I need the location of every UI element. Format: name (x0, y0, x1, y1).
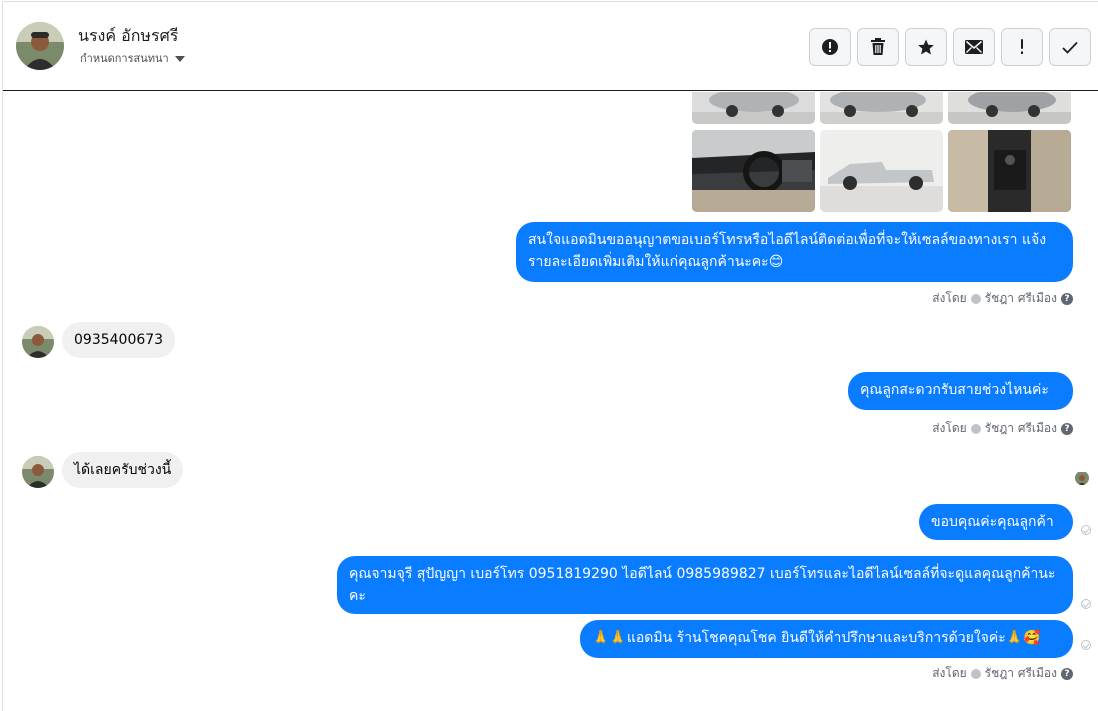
message-thread[interactable]: สนใจแอดมินขออนุญาตขอเบอร์โทรหรือไอดีไลน์… (3, 92, 1098, 711)
sent-by-agent: รัชฎา ศรีเมือง (984, 291, 1057, 305)
car-photo-6[interactable] (948, 130, 1071, 212)
message-outgoing[interactable]: คุณจามจุรี สุปัญญา เบอร์โทร 0951819290 ไ… (337, 556, 1073, 614)
follow-up-button[interactable] (1001, 28, 1043, 66)
mark-done-button[interactable] (1049, 28, 1091, 66)
exclamation-icon (1021, 39, 1023, 54)
delivered-status-icon (1081, 640, 1091, 650)
mail-icon (965, 40, 983, 54)
delivered-status-icon (1081, 525, 1091, 535)
header-toolbar (809, 28, 1091, 66)
conversation-schedule-label: กำหนดการสนทนา (80, 52, 169, 65)
seen-avatar (1075, 471, 1089, 485)
message-text: สนใจแอดมินขออนุญาตขอเบอร์โทรหรือไอดีไลน์… (528, 232, 1047, 270)
caret-down-icon (174, 55, 185, 62)
message-text: 0935400673 (74, 332, 164, 348)
car-photo-5[interactable] (820, 130, 943, 212)
message-text: 🙏🙏แอดมิน ร้านโชคคุณโชค ยินดีให้คำปรึกษาแ… (592, 630, 1041, 646)
star-icon (918, 39, 934, 55)
mark-spam-button[interactable] (809, 28, 851, 66)
car-photo-4[interactable] (692, 130, 815, 212)
help-icon[interactable]: ? (1061, 667, 1073, 680)
sent-by-label: ส่งโดย รัชฎา ศรีเมือง ? (932, 419, 1073, 438)
conversation-panel: นรงค์ อักษรศรี กำหนดการสนทนา สนใจแอดมินข… (2, 1, 1098, 711)
contact-avatar-small (22, 326, 54, 358)
message-text: คุณลูกสะดวกรับสายช่วงไหนค่ะ (860, 382, 1049, 398)
contact-name: นรงค์ อักษรศรี (78, 26, 179, 45)
conversation-schedule-dropdown[interactable]: กำหนดการสนทนา (80, 49, 185, 67)
message-text: คุณจามจุรี สุปัญญา เบอร์โทร 0951819290 ไ… (349, 566, 1056, 604)
delete-button[interactable] (857, 28, 899, 66)
verified-icon (970, 668, 981, 679)
contact-avatar-small (22, 456, 54, 488)
sent-by-prefix: ส่งโดย (932, 291, 967, 305)
verified-icon (970, 423, 981, 434)
help-icon[interactable]: ? (1061, 422, 1073, 435)
check-icon (1062, 41, 1078, 54)
sent-by-agent: รัชฎา ศรีเมือง (984, 666, 1057, 680)
message-incoming[interactable]: ได้เลยครับช่วงนี้ (62, 452, 184, 488)
delivered-status-icon (1081, 599, 1091, 609)
contact-avatar[interactable] (16, 22, 64, 70)
message-text: ขอบคุณค่ะคุณลูกค้า (931, 514, 1054, 530)
sent-by-agent: รัชฎา ศรีเมือง (984, 421, 1057, 435)
alert-circle-icon (822, 39, 838, 55)
sent-by-prefix: ส่งโดย (932, 666, 967, 680)
message-outgoing[interactable]: ขอบคุณค่ะคุณลูกค้า (919, 504, 1073, 540)
message-incoming[interactable]: 0935400673 (62, 322, 176, 358)
trash-icon (871, 38, 885, 55)
verified-icon (970, 293, 981, 304)
sent-by-label: ส่งโดย รัชฎา ศรีเมือง ? (932, 664, 1073, 683)
car-photo-2[interactable] (820, 92, 943, 124)
sent-by-prefix: ส่งโดย (932, 421, 967, 435)
car-photo-1[interactable] (692, 92, 815, 124)
message-text: ได้เลยครับช่วงนี้ (74, 462, 172, 478)
message-outgoing[interactable]: คุณลูกสะดวกรับสายช่วงไหนค่ะ (848, 372, 1073, 410)
conversation-header: นรงค์ อักษรศรี กำหนดการสนทนา (3, 2, 1098, 91)
message-outgoing[interactable]: สนใจแอดมินขออนุญาตขอเบอร์โทรหรือไอดีไลน์… (516, 222, 1073, 282)
help-icon[interactable]: ? (1061, 292, 1073, 305)
car-photo-3[interactable] (948, 92, 1071, 124)
sent-by-label: ส่งโดย รัชฎา ศรีเมือง ? (932, 289, 1073, 308)
mark-unread-button[interactable] (953, 28, 995, 66)
star-button[interactable] (905, 28, 947, 66)
message-outgoing[interactable]: 🙏🙏แอดมิน ร้านโชคคุณโชค ยินดีให้คำปรึกษาแ… (580, 620, 1073, 658)
